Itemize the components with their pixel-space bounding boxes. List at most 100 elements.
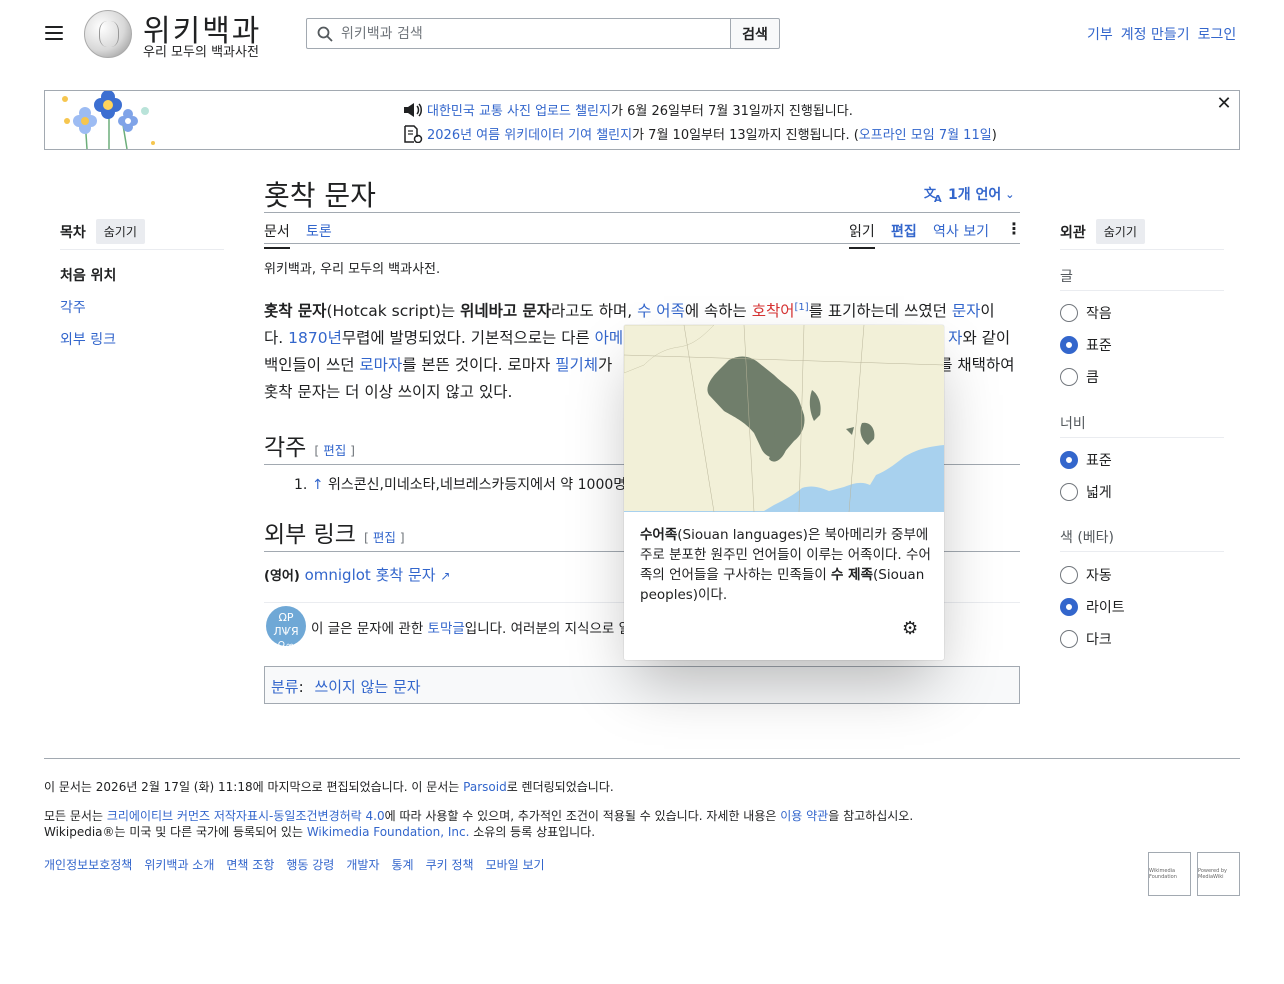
create-account-link[interactable]: 계정 만들기 [1121, 24, 1190, 44]
cookie-policy-link[interactable]: 쿠키 정책 [426, 856, 474, 873]
external-link-icon: ↗ [440, 569, 451, 583]
radio-width-standard[interactable] [1060, 451, 1078, 469]
roman-link[interactable]: 로마자 [359, 356, 402, 374]
text-size-standard[interactable]: 표준 [1060, 335, 1112, 355]
code-of-conduct-link[interactable]: 행동 강령 [286, 856, 334, 873]
color-label: 색 (베타) [1060, 530, 1115, 546]
color-dark[interactable]: 다크 [1060, 629, 1112, 649]
wikimedia-foundation-link[interactable]: Wikimedia Foundation, Inc. [307, 825, 470, 839]
script-stub-icon: ΩP ЛѰЯ ♀∞ [266, 606, 306, 652]
trademark-notice: Wikipedia®는 미국 및 다른 국가에 등록되어 있는 Wikimedi… [44, 823, 595, 840]
tab-article[interactable]: 문서 [264, 221, 290, 249]
categories-link[interactable]: 분류 [271, 678, 299, 696]
search-field[interactable] [306, 18, 731, 49]
cursive-link[interactable]: 필기체 [555, 356, 598, 374]
external-links-edit-link[interactable]: 편집 [373, 530, 396, 545]
donate-link[interactable]: 기부 [1087, 24, 1113, 44]
toc-item-notes[interactable]: 각주 [60, 297, 86, 317]
text-size-large[interactable]: 큼 [1060, 367, 1099, 387]
notes-edit-link[interactable]: 편집 [323, 443, 346, 458]
tabs-divider [264, 243, 1020, 244]
stub-notice: 이 글은 문자에 관한 토막글입니다. 여러분의 지식으로 알 [311, 617, 631, 637]
radio-label: 라이트 [1086, 600, 1125, 616]
document-edit-icon [404, 124, 423, 143]
mediawiki-badge[interactable]: Powered by MediaWiki [1197, 852, 1240, 896]
developers-link[interactable]: 개발자 [346, 856, 379, 873]
disclaimers-link[interactable]: 면책 조항 [226, 856, 274, 873]
intro-text: 를 표기하는데 쓰였던 [808, 302, 952, 321]
mobile-view-link[interactable]: 모바일 보기 [486, 856, 545, 873]
width-standard[interactable]: 표준 [1060, 450, 1112, 470]
siouan-languages-map[interactable] [624, 325, 944, 512]
language-count: 1개 언어 [948, 187, 1002, 203]
photo-challenge-link[interactable]: 대한민국 교통 사진 업로드 챌린지 [427, 104, 611, 119]
wikipedia-globe-logo[interactable] [84, 10, 132, 58]
privacy-policy-link[interactable]: 개인정보보호정책 [44, 856, 132, 873]
radio-small[interactable] [1060, 304, 1078, 322]
terms-link[interactable]: 이용 약관 [780, 809, 828, 823]
parsoid-link[interactable]: Parsoid [463, 780, 507, 794]
radio-dark[interactable] [1060, 630, 1078, 648]
close-icon[interactable]: ✕ [1215, 95, 1233, 115]
text-size-small[interactable]: 작음 [1060, 303, 1112, 323]
tab-edit[interactable]: 편집 [891, 221, 917, 241]
footer-text: 로 렌더링되었습니다. [506, 780, 614, 794]
more-actions-icon[interactable]: ⋮ [1006, 219, 1022, 238]
stub-link[interactable]: 토막글 [428, 621, 465, 637]
external-links-heading-text: 외부 링크 [264, 522, 356, 548]
language-button[interactable]: 文 A 1개 언어 ⌄ [924, 184, 1014, 204]
notice-line-2-end: ) [991, 128, 997, 143]
translate-icon: 文 A [924, 185, 942, 203]
flower-illustration [62, 91, 155, 149]
radio-standard[interactable] [1060, 336, 1078, 354]
reference-1-link[interactable]: [1] [795, 302, 809, 313]
search-input[interactable] [341, 25, 721, 42]
radio-auto[interactable] [1060, 566, 1078, 584]
toc-header: 목차 숨기기 [60, 219, 145, 244]
about-link[interactable]: 위키백과 소개 [144, 856, 214, 873]
toc-item-top[interactable]: 처음 위치 [60, 265, 116, 285]
script-link-2[interactable]: 자 [948, 329, 962, 347]
category-link[interactable]: 쓰이지 않는 문자 [314, 678, 420, 696]
language-tag: (영어) [264, 569, 300, 584]
appearance-hide-button[interactable]: 숨기기 [1095, 219, 1145, 244]
width-wide[interactable]: 넓게 [1060, 482, 1112, 502]
offline-meetup-link[interactable]: 오프라인 모임 7월 11일 [859, 128, 992, 143]
tab-history[interactable]: 역사 보기 [933, 221, 989, 241]
text-size-label: 글 [1060, 269, 1073, 285]
intro-text: 를 본뜬 것이다. 로마자 [402, 356, 556, 375]
america-link[interactable]: 아메 [595, 329, 624, 347]
gear-icon[interactable]: ⚙ [902, 618, 918, 639]
wikimedia-foundation-badge[interactable]: Wikimedia Foundation [1148, 852, 1191, 896]
main-menu-button[interactable] [40, 20, 68, 46]
tab-talk[interactable]: 토론 [306, 221, 332, 241]
toc-item-external-links[interactable]: 외부 링크 [60, 329, 116, 349]
hocak-redlink[interactable]: 호착어 [752, 302, 795, 320]
radio-light[interactable] [1060, 598, 1078, 616]
year-1870-link[interactable]: 1870년 [288, 329, 342, 347]
search-button[interactable]: 검색 [730, 18, 780, 49]
external-links-edit: [ 편집 ] [363, 530, 405, 545]
toc-hide-button[interactable]: 숨기기 [95, 219, 145, 244]
appearance-divider [1060, 249, 1224, 250]
page-preview-popup[interactable]: 수어족(Siouan languages)은 북아메리카 중부에 주로 분포한 … [624, 325, 944, 660]
statistics-link[interactable]: 통계 [391, 856, 413, 873]
footer-text: 소유의 등록 상표입니다. [469, 825, 596, 839]
color-light[interactable]: 라이트 [1060, 597, 1125, 617]
siouan-link[interactable]: 수 어족 [637, 302, 685, 320]
omniglot-link[interactable]: omniglot 홋착 문자 [305, 566, 436, 584]
notice-line-2: 2026년 여름 위키데이터 기여 챌린지가 7월 10일부터 13일까지 진행… [403, 124, 997, 143]
color-auto[interactable]: 자동 [1060, 565, 1112, 585]
license-link[interactable]: 크리에이티브 커먼즈 저작자표시-동일조건변경허락 4.0 [107, 809, 385, 823]
site-subtitle: 위키백과, 우리 모두의 백과사전. [264, 262, 441, 277]
intro-text: 와 같이 [962, 329, 1011, 348]
radio-label: 작음 [1086, 306, 1112, 322]
login-link[interactable]: 로그인 [1198, 24, 1237, 44]
tab-read[interactable]: 읽기 [849, 221, 875, 249]
footer-divider [44, 758, 1240, 759]
radio-width-wide[interactable] [1060, 483, 1078, 501]
radio-large[interactable] [1060, 368, 1078, 386]
script-link[interactable]: 문자 [952, 302, 981, 320]
back-arrow-icon[interactable]: ↑ [312, 477, 324, 493]
wikidata-challenge-link[interactable]: 2026년 여름 위키데이터 기여 챌린지 [427, 128, 632, 143]
